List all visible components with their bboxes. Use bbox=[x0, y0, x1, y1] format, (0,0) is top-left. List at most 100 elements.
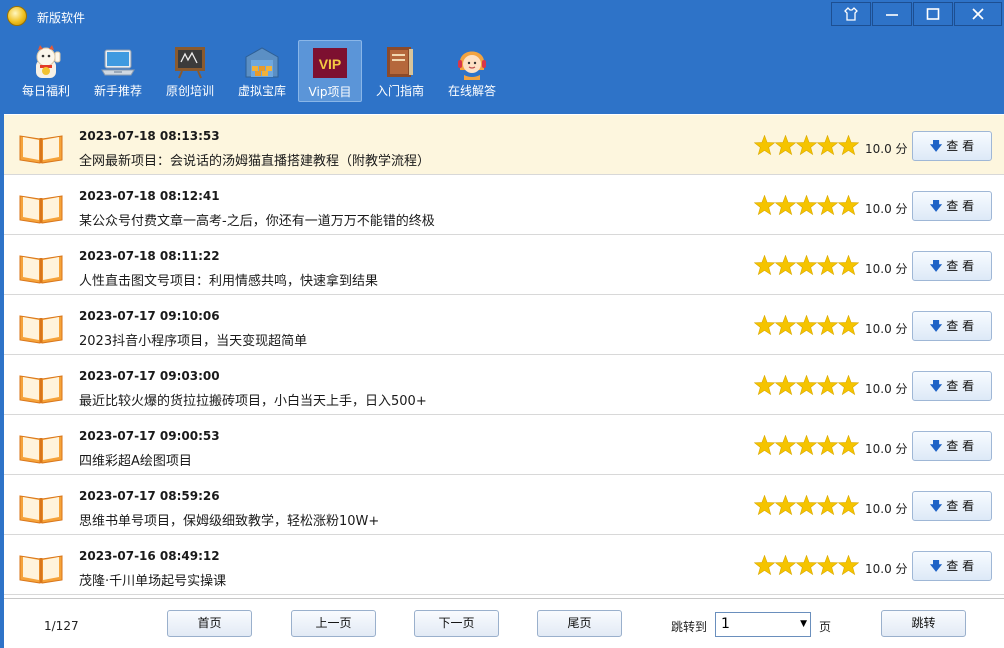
page-number-value: 1 bbox=[721, 616, 730, 632]
toolbar-item-beginner[interactable]: 新手推荐 bbox=[86, 40, 150, 102]
view-button-label: 查 看 bbox=[946, 139, 975, 153]
list-item[interactable]: 2023-07-18 08:12:41 某公众号付费文章一高考-之后，你还有一道… bbox=[4, 175, 1004, 235]
star-icon bbox=[774, 375, 797, 396]
open-book-icon bbox=[19, 195, 63, 224]
toolbar-item-label: Vip项目 bbox=[308, 85, 352, 99]
last-page-button[interactable]: 尾页 bbox=[537, 610, 622, 637]
star-icon bbox=[754, 315, 776, 336]
chevron-down-icon: ▼ bbox=[800, 619, 807, 629]
item-score: 10.0 分 bbox=[865, 262, 908, 276]
rating-stars bbox=[754, 195, 859, 216]
rating-stars bbox=[754, 315, 859, 336]
support-agent-icon bbox=[454, 44, 490, 80]
list-item[interactable]: 2023-07-18 08:13:53 全网最新项目：会说话的汤姆猫直播搭建教程… bbox=[4, 115, 1004, 175]
item-title: 思维书单号项目，保姆级细致教学，轻松涨粉10W+ bbox=[79, 514, 380, 529]
minimize-icon[interactable] bbox=[872, 2, 912, 26]
view-button-label: 查 看 bbox=[946, 259, 975, 273]
skin-icon[interactable] bbox=[831, 2, 871, 26]
prev-page-button[interactable]: 上一页 bbox=[291, 610, 376, 637]
item-date: 2023-07-18 08:13:53 bbox=[79, 129, 220, 143]
view-button[interactable]: 🡇 查 看 bbox=[912, 131, 992, 161]
page-indicator: 1/127 bbox=[44, 619, 79, 633]
view-button[interactable]: 🡇 查 看 bbox=[912, 311, 992, 341]
star-icon bbox=[795, 135, 818, 156]
toolbar-item-virtual-treasury[interactable]: 虚拟宝库 bbox=[230, 40, 294, 102]
maximize-icon[interactable] bbox=[913, 2, 953, 26]
star-icon bbox=[774, 315, 797, 336]
toolbar-item-original-training[interactable]: 原创培训 bbox=[158, 40, 222, 102]
view-button[interactable]: 🡇 查 看 bbox=[912, 251, 992, 281]
view-button-label: 查 看 bbox=[946, 559, 975, 573]
download-arrow-icon: 🡇 bbox=[929, 559, 943, 573]
vip-icon: VIP bbox=[312, 45, 348, 81]
star-icon bbox=[774, 255, 797, 276]
star-icon bbox=[795, 195, 818, 216]
star-icon bbox=[816, 435, 839, 456]
star-icon bbox=[795, 315, 818, 336]
list-item[interactable]: 2023-07-17 09:00:53 四维彩超A绘图项目 10.0 分 🡇 查 … bbox=[4, 415, 1004, 475]
list-item[interactable]: 2023-07-17 09:03:00 最近比较火爆的货拉拉搬砖项目，小白当天上… bbox=[4, 355, 1004, 415]
view-button-label: 查 看 bbox=[946, 319, 975, 333]
star-icon bbox=[754, 135, 776, 156]
star-icon bbox=[754, 555, 776, 576]
star-icon bbox=[816, 255, 839, 276]
item-score: 10.0 分 bbox=[865, 502, 908, 516]
list-item[interactable]: 2023-07-17 08:59:26 思维书单号项目，保姆级细致教学，轻松涨粉… bbox=[4, 475, 1004, 535]
window-controls bbox=[830, 2, 1002, 26]
view-button[interactable]: 🡇 查 看 bbox=[912, 431, 992, 461]
item-title: 2023抖音小程序项目，当天变现超简单 bbox=[79, 334, 308, 349]
view-button[interactable]: 🡇 查 看 bbox=[912, 191, 992, 221]
go-button[interactable]: 跳转 bbox=[881, 610, 966, 637]
item-date: 2023-07-17 09:10:06 bbox=[79, 309, 220, 323]
open-book-icon bbox=[19, 255, 63, 284]
star-icon bbox=[795, 555, 818, 576]
star-icon bbox=[774, 555, 797, 576]
toolbar-item-online-answers[interactable]: 在线解答 bbox=[440, 40, 504, 102]
view-button[interactable]: 🡇 查 看 bbox=[912, 551, 992, 581]
star-icon bbox=[774, 195, 797, 216]
list-item[interactable]: 2023-07-18 08:11:22 人性直击图文号项目：利用情感共鸣，快速拿… bbox=[4, 235, 1004, 295]
star-icon bbox=[837, 435, 859, 456]
star-icon bbox=[816, 555, 839, 576]
first-page-button[interactable]: 首页 bbox=[167, 610, 252, 637]
open-book-icon bbox=[19, 375, 63, 404]
star-icon bbox=[837, 315, 859, 336]
warehouse-icon bbox=[244, 44, 280, 80]
download-arrow-icon: 🡇 bbox=[929, 199, 943, 213]
download-arrow-icon: 🡇 bbox=[929, 139, 943, 153]
star-icon bbox=[795, 495, 818, 516]
view-button[interactable]: 🡇 查 看 bbox=[912, 491, 992, 521]
next-page-button[interactable]: 下一页 bbox=[414, 610, 499, 637]
page-number-select[interactable]: 1 ▼ bbox=[715, 612, 811, 637]
view-button[interactable]: 🡇 查 看 bbox=[912, 371, 992, 401]
rating-stars bbox=[754, 375, 859, 396]
download-arrow-icon: 🡇 bbox=[929, 379, 943, 393]
view-button-label: 查 看 bbox=[946, 499, 975, 513]
open-book-icon bbox=[19, 135, 63, 164]
item-score: 10.0 分 bbox=[865, 562, 908, 576]
star-icon bbox=[837, 195, 859, 216]
item-score: 10.0 分 bbox=[865, 202, 908, 216]
view-button-label: 查 看 bbox=[946, 199, 975, 213]
download-arrow-icon: 🡇 bbox=[929, 259, 943, 273]
view-button-label: 查 看 bbox=[946, 379, 975, 393]
list-item[interactable]: 2023-07-17 09:10:06 2023抖音小程序项目，当天变现超简单 … bbox=[4, 295, 1004, 355]
star-icon bbox=[837, 375, 859, 396]
list-item[interactable]: 2023-07-16 08:49:12 茂隆·千川单场起号实操课 10.0 分 … bbox=[4, 535, 1004, 595]
toolbar-item-label: 每日福利 bbox=[21, 84, 70, 98]
toolbar-item-vip-projects[interactable]: VIP Vip项目 bbox=[298, 40, 362, 102]
download-arrow-icon: 🡇 bbox=[929, 499, 943, 513]
toolbar-item-getting-started[interactable]: 入门指南 bbox=[368, 40, 432, 102]
toolbar-item-label: 原创培训 bbox=[165, 84, 214, 98]
main-toolbar: 每日福利 新手推荐 原创培训 虚拟宝库 VIP Vip项目 入门指南 在线解答 bbox=[0, 32, 1004, 114]
window-title: 新版软件 bbox=[37, 11, 86, 25]
open-book-icon bbox=[19, 315, 63, 344]
item-title: 某公众号付费文章一高考-之后，你还有一道万万不能错的终极 bbox=[79, 214, 435, 229]
toolbar-item-daily-welfare[interactable]: 每日福利 bbox=[14, 40, 78, 102]
close-icon[interactable] bbox=[954, 2, 1002, 26]
open-book-icon bbox=[19, 495, 63, 524]
star-icon bbox=[754, 435, 776, 456]
item-date: 2023-07-16 08:49:12 bbox=[79, 549, 220, 563]
item-title: 茂隆·千川单场起号实操课 bbox=[79, 574, 227, 589]
jump-label: 跳转到 bbox=[671, 620, 708, 634]
